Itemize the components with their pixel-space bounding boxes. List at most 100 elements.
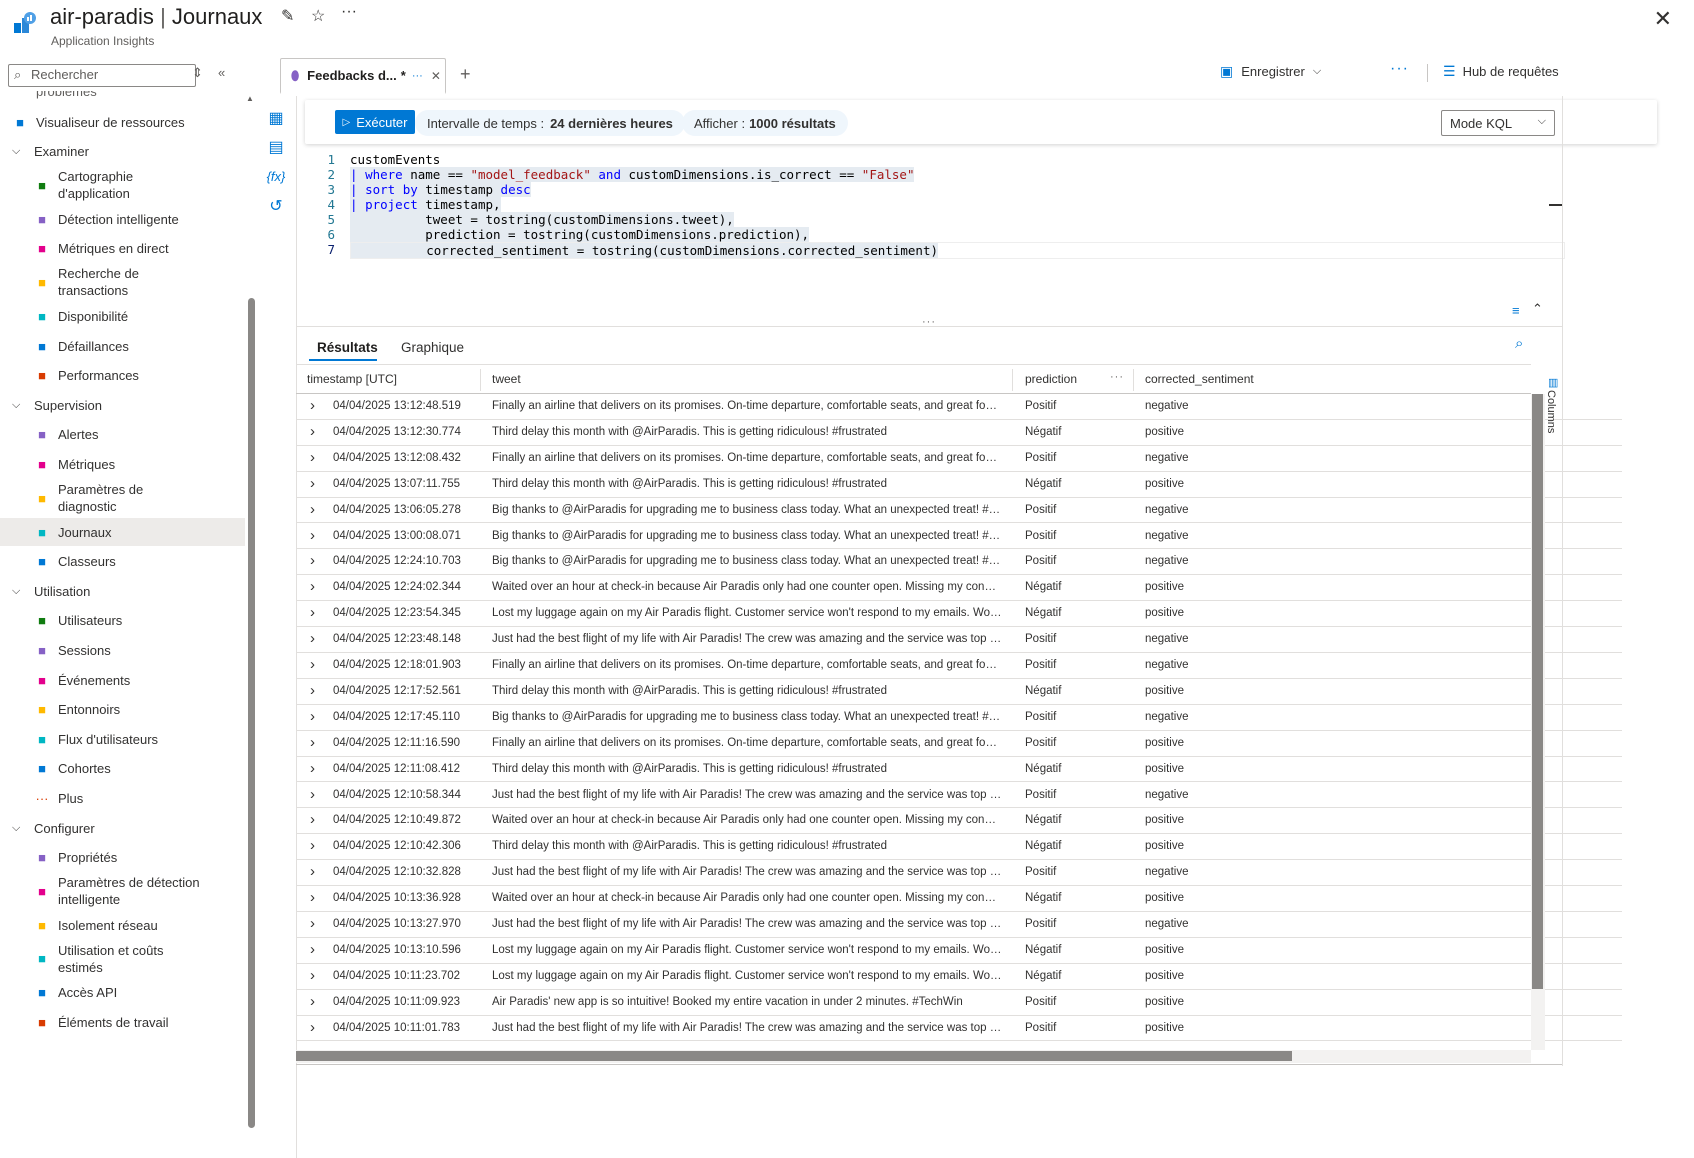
sidebar-item-failures[interactable]: ■ Défaillances: [0, 332, 245, 360]
expand-row-icon[interactable]: ›: [310, 682, 315, 699]
sidebar-item-metrics[interactable]: ■ Métriques: [0, 450, 245, 478]
expand-row-icon[interactable]: ›: [310, 708, 315, 725]
expand-row-icon[interactable]: ›: [310, 656, 315, 673]
expand-row-icon[interactable]: ›: [310, 941, 315, 958]
expand-row-icon[interactable]: ›: [310, 915, 315, 932]
sidebar-group-supervision[interactable]: ⌵ Supervision: [0, 391, 245, 419]
column-separator[interactable]: [1012, 369, 1013, 391]
expand-row-icon[interactable]: ›: [310, 527, 315, 544]
expand-row-icon[interactable]: ›: [310, 967, 315, 984]
sidebar-item-resource-visualizer[interactable]: ■ Visualiseur de ressources: [0, 108, 245, 136]
column-header-corrected-sentiment[interactable]: corrected_sentiment: [1145, 372, 1254, 386]
tab-feedbacks[interactable]: ⬮ Feedbacks d... * ··· ✕: [280, 58, 446, 94]
expand-collapse-icon[interactable]: ⇕: [192, 65, 203, 81]
results-search-icon[interactable]: ⌕: [1515, 335, 1523, 352]
table-row[interactable]: › 04/04/2025 13:12:30.774 Third delay this…: [296, 420, 1622, 446]
sidebar-item-sessions[interactable]: ■ Sessions: [0, 636, 245, 664]
expand-row-icon[interactable]: ›: [310, 630, 315, 647]
save-button[interactable]: ▣ Enregistrer ⌵: [1220, 63, 1321, 80]
column-separator[interactable]: [1133, 369, 1134, 391]
expand-row-icon[interactable]: ›: [310, 475, 315, 492]
table-row[interactable]: › 04/04/2025 10:11:01.783 Just had the bes…: [296, 1016, 1622, 1042]
table-row[interactable]: › 04/04/2025 12:24:02.344 Waited over an h…: [296, 575, 1622, 602]
more-actions-icon[interactable]: ···: [1390, 60, 1409, 78]
table-row[interactable]: › 04/04/2025 12:10:58.344 Just had the bes…: [296, 783, 1622, 809]
result-limit-picker[interactable]: Afficher : 1000 résultats: [682, 110, 848, 136]
close-icon[interactable]: ✕: [1654, 6, 1672, 32]
column-separator[interactable]: [480, 369, 481, 391]
expand-row-icon[interactable]: ›: [310, 1019, 315, 1036]
expand-row-icon[interactable]: ›: [310, 734, 315, 751]
expand-row-icon[interactable]: ›: [310, 993, 315, 1010]
sidebar-item-funnels[interactable]: ■ Entonnoirs: [0, 696, 245, 724]
sidebar-item-app-map[interactable]: ■ Cartographie d'application: [0, 167, 245, 203]
tab-results[interactable]: Résultats: [317, 340, 378, 355]
sidebar-item-network-isolation[interactable]: ■ Isolement réseau: [0, 911, 245, 939]
expand-row-icon[interactable]: ›: [310, 578, 315, 595]
expand-row-icon[interactable]: ›: [310, 863, 315, 880]
kql-mode-dropdown[interactable]: Mode KQL ⌵: [1441, 110, 1555, 136]
history-icon[interactable]: ↺: [265, 195, 287, 217]
table-row[interactable]: › 04/04/2025 12:23:54.345 Lost my luggage …: [296, 601, 1622, 628]
sidebar-item-more[interactable]: ··· Plus: [0, 784, 245, 812]
close-tab-icon[interactable]: ✕: [431, 69, 441, 83]
table-row[interactable]: › 04/04/2025 10:13:10.596 Lost my luggage …: [296, 938, 1622, 964]
table-row[interactable]: › 04/04/2025 10:11:23.702 Lost my luggage …: [296, 964, 1622, 990]
table-row[interactable]: › 04/04/2025 13:12:48.519 Finally an airli…: [296, 394, 1622, 420]
sidebar-item-smart-detection-settings[interactable]: ■ Paramètres de détection intelligente: [0, 873, 245, 909]
table-row[interactable]: › 04/04/2025 10:13:36.928 Waited over an h…: [296, 886, 1622, 912]
expand-row-icon[interactable]: ›: [310, 889, 315, 906]
table-row[interactable]: › 04/04/2025 12:11:08.412 Third delay this…: [296, 757, 1622, 783]
expand-row-icon[interactable]: ›: [310, 760, 315, 777]
sidebar-item-cohorts[interactable]: ■ Cohortes: [0, 755, 245, 783]
new-tab-icon[interactable]: +: [460, 64, 471, 85]
column-header-prediction[interactable]: prediction: [1025, 372, 1077, 386]
table-row[interactable]: › 04/04/2025 10:11:09.923 Air Paradis' new…: [296, 990, 1622, 1016]
word-wrap-icon[interactable]: ≡: [1512, 303, 1520, 318]
expand-row-icon[interactable]: ›: [310, 501, 315, 518]
expand-row-icon[interactable]: ›: [310, 552, 315, 569]
sidebar-search-input[interactable]: ⌕ Rechercher: [8, 64, 196, 87]
functions-icon[interactable]: {fx}: [265, 165, 287, 187]
expand-row-icon[interactable]: ›: [310, 397, 315, 414]
table-row[interactable]: › 04/04/2025 12:10:49.872 Waited over an h…: [296, 808, 1622, 835]
expand-row-icon[interactable]: ›: [310, 786, 315, 803]
column-header-tweet[interactable]: tweet: [492, 372, 521, 386]
queries-icon[interactable]: ▤: [265, 136, 287, 158]
expand-row-icon[interactable]: ›: [310, 423, 315, 440]
expand-row-icon[interactable]: ›: [310, 449, 315, 466]
sidebar-item-live-metrics[interactable]: ■ Métriques en direct: [0, 235, 245, 263]
sidebar-item-user-flows[interactable]: ■ Flux d'utilisateurs: [0, 725, 245, 753]
tables-icon[interactable]: ▦: [265, 107, 287, 129]
table-row[interactable]: › 04/04/2025 12:23:48.148 Just had the bes…: [296, 627, 1622, 653]
column-menu-icon[interactable]: ···: [1110, 371, 1124, 383]
sidebar-item-workbooks[interactable]: ■ Classeurs: [0, 548, 245, 576]
sidebar-item-work-items[interactable]: ■ Éléments de travail: [0, 1008, 245, 1036]
table-row[interactable]: › 04/04/2025 13:07:11.755 Third delay this…: [296, 472, 1622, 498]
scroll-up-icon[interactable]: ▲: [246, 94, 254, 103]
table-row[interactable]: › 04/04/2025 12:10:42.306 Third delay this…: [296, 834, 1622, 861]
table-row[interactable]: › 04/04/2025 12:24:10.703 Big thanks to @A…: [296, 549, 1622, 576]
sidebar-item-alerts[interactable]: ■ Alertes: [0, 421, 245, 449]
sidebar-item-diagnostic-settings[interactable]: ■ Paramètres de diagnostic: [0, 480, 245, 516]
sidebar-item-logs[interactable]: ■ Journaux: [0, 518, 245, 546]
sidebar-item-users[interactable]: ■ Utilisateurs: [0, 607, 245, 635]
expand-row-icon[interactable]: ›: [310, 604, 315, 621]
sidebar-item-smart-detection[interactable]: ■ Détection intelligente: [0, 205, 245, 233]
table-row[interactable]: › 04/04/2025 13:06:05.278 Big thanks to @A…: [296, 498, 1622, 524]
columns-panel-toggle[interactable]: ▥ Columns: [1545, 372, 1563, 452]
favorite-star-icon[interactable]: ☆: [311, 6, 325, 26]
pin-icon[interactable]: ✎: [281, 6, 294, 26]
results-horizontal-scroll-thumb[interactable]: [296, 1051, 1292, 1061]
table-row[interactable]: › 04/04/2025 12:10:32.828 Just had the bes…: [296, 860, 1622, 887]
sidebar-item-properties[interactable]: ■ Propriétés: [0, 844, 245, 872]
collapse-sidebar-icon[interactable]: «: [218, 65, 225, 80]
sidebar-item-usage-costs[interactable]: ■ Utilisation et coûts estimés: [0, 941, 245, 977]
table-row[interactable]: › 04/04/2025 12:17:52.561 Third delay this…: [296, 679, 1622, 705]
table-row[interactable]: › 04/04/2025 10:13:27.970 Just had the bes…: [296, 912, 1622, 938]
run-button[interactable]: ▷ Exécuter: [335, 110, 415, 134]
tab-chart[interactable]: Graphique: [401, 340, 464, 355]
sidebar-item-api-access[interactable]: ■ Accès API: [0, 979, 245, 1007]
tab-more-icon[interactable]: ···: [412, 70, 423, 82]
sidebar-scrollbar[interactable]: [248, 298, 255, 1128]
